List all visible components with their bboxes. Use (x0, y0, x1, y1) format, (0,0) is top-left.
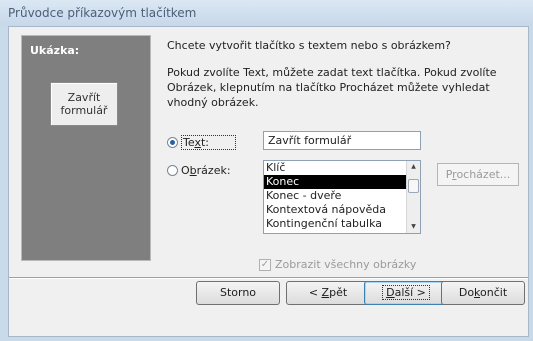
wizard-description: Pokud zvolíte Text, můžete zadat text tl… (167, 66, 497, 109)
sample-label: Ukázka: (30, 44, 80, 57)
next-button[interactable]: Další > (364, 281, 448, 305)
button-text-input[interactable]: Zavřít formulář (263, 131, 421, 150)
scroll-down-arrow-icon[interactable]: ▼ (407, 221, 420, 233)
sample-preview-panel: Ukázka: Zavřít formulář (21, 35, 151, 261)
image-radio[interactable] (167, 165, 178, 176)
image-listbox[interactable]: Klíč Konec Konec - dveře Kontextová nápo… (263, 160, 421, 234)
text-radio[interactable] (167, 137, 178, 148)
sample-button-line2: formulář (60, 104, 108, 117)
browse-button[interactable]: Procházet... (437, 163, 519, 186)
list-item[interactable]: Kontingenční tabulka (264, 217, 407, 231)
list-scrollbar[interactable]: ▲ ▼ (406, 161, 420, 233)
show-all-images-row[interactable]: ✓ Zobrazit všechny obrázky (259, 258, 416, 271)
list-item[interactable]: Konec - dveře (264, 189, 407, 203)
footer-separator (9, 277, 528, 279)
finish-button[interactable]: Dokončit (441, 281, 525, 305)
text-radio-label[interactable]: Text: (181, 135, 236, 150)
show-all-images-checkbox[interactable]: ✓ (259, 258, 271, 271)
text-option-row[interactable]: Text: (167, 135, 236, 150)
show-all-images-label: Zobrazit všechny obrázky (275, 258, 417, 271)
sample-button-preview: Zavřít formulář (50, 82, 118, 126)
image-option-row[interactable]: Obrázek: (167, 164, 231, 177)
window-title: Průvodce příkazovým tlačítkem (0, 0, 533, 26)
sample-button-line1: Zavřít (67, 91, 101, 104)
list-item-selected[interactable]: Konec (264, 175, 407, 189)
next-button-label: Další > (382, 285, 430, 300)
cancel-button[interactable]: Storno (196, 281, 280, 305)
back-button[interactable]: < Zpět (286, 281, 370, 305)
image-list-items: Klíč Konec Konec - dveře Kontextová nápo… (264, 161, 407, 231)
scroll-thumb[interactable] (408, 179, 419, 193)
image-radio-label[interactable]: Obrázek: (181, 164, 231, 177)
scroll-up-arrow-icon[interactable]: ▲ (407, 161, 420, 173)
wizard-question: Chcete vytvořit tlačítko s textem nebo s… (167, 39, 451, 52)
list-item[interactable]: Kontextová nápověda (264, 203, 407, 217)
wizard-window: Průvodce příkazovým tlačítkem Ukázka: Za… (0, 0, 533, 341)
list-item[interactable]: Klíč (264, 161, 407, 175)
